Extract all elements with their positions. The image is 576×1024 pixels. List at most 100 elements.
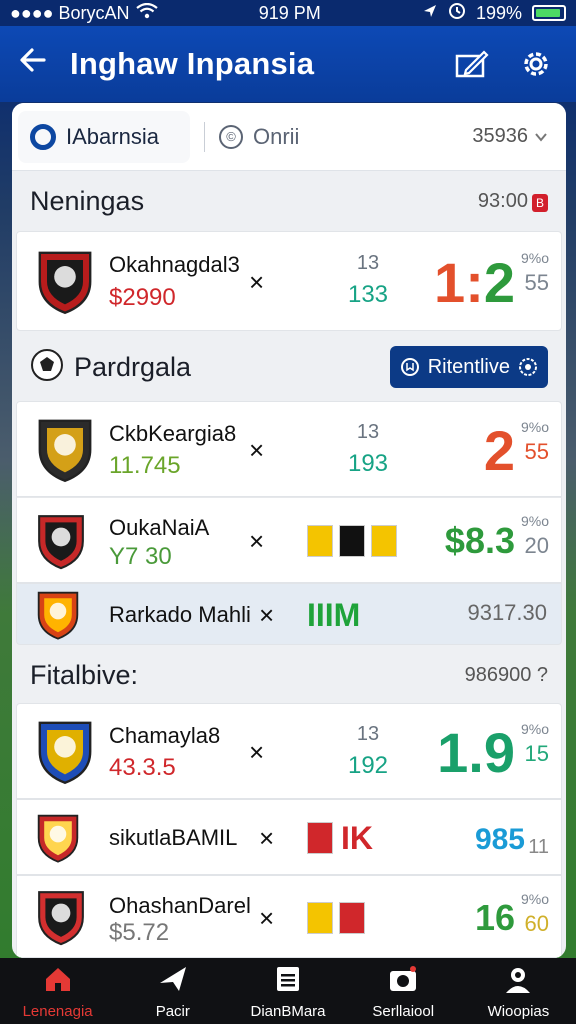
team-crest-icon <box>35 416 95 483</box>
tab-count[interactable]: 35936 <box>472 125 548 148</box>
gear-icon <box>524 52 548 76</box>
tab-divider <box>204 121 205 152</box>
score-side: 9%o 55 <box>521 250 549 296</box>
nav-item-pacir[interactable]: Pacir <box>115 958 230 1024</box>
tab-count-value: 35936 <box>472 125 528 147</box>
soccer-ball-icon <box>30 348 64 387</box>
side-top-value: 9%o <box>520 513 549 530</box>
home-icon <box>42 963 74 999</box>
team-value: 11.745 <box>109 451 181 479</box>
side-top-value: 9%o <box>520 721 549 738</box>
team-name: Chamayla8 <box>109 723 221 749</box>
score-part: IIIM <box>307 596 361 633</box>
nav-label: Pacir <box>155 1002 190 1020</box>
alarm-icon <box>448 2 466 25</box>
score-part: 16 <box>474 896 515 938</box>
score-side: 9%o 60 <box>521 891 549 937</box>
match-total-side: 11 <box>528 836 549 858</box>
score-part: 1.9 <box>437 720 515 784</box>
badge-icon <box>519 358 537 376</box>
settings-button[interactable] <box>514 42 558 86</box>
team-crest-icon <box>35 718 95 785</box>
edit-button[interactable] <box>450 42 494 86</box>
chevron-down-icon <box>535 132 547 142</box>
mid-bottom-value: 192 <box>347 752 389 780</box>
team-name: OhashanDarel <box>109 892 251 918</box>
tab-active-label: IAbarnsia <box>66 123 159 149</box>
match-card[interactable]: Rarkado Mahli × IIIM 9317.30 <box>16 583 562 645</box>
score-part: 2 <box>483 250 515 314</box>
match-score: IK <box>341 820 373 857</box>
versus-icon: × <box>249 526 265 556</box>
match-total: 985 <box>474 823 525 856</box>
team-name: sikutlaBAMIL <box>109 825 238 850</box>
match-card[interactable]: sikutlaBAMIL × IK 985 11 <box>16 799 562 875</box>
flag-icon <box>339 901 365 934</box>
nav-item-people[interactable]: Wioopias <box>461 958 576 1024</box>
arrow-left-icon <box>20 48 46 72</box>
team-value: 43.3.5 <box>109 753 176 781</box>
mid-stats: 13 193 <box>333 421 403 478</box>
tab-bar: IAbarnsia © Onrii 35936 <box>12 103 566 171</box>
carrier-label: ●●●● BorycAN <box>10 2 130 23</box>
app-header: Inghaw Inpansia <box>0 26 576 102</box>
team-name: CkbKeargia8 <box>109 421 237 447</box>
plane-icon <box>157 963 189 999</box>
side-top-value: 9%o <box>520 890 549 907</box>
side-bottom-value: 15 <box>524 741 549 767</box>
match-card[interactable]: OukaNaiA Y7 30 × $8.3 9%o 20 <box>16 497 562 583</box>
nav-item-home[interactable]: Lenenagia <box>0 958 115 1024</box>
team-value: $2990 <box>109 284 176 311</box>
battery-label: 199% <box>475 2 522 23</box>
score-part: : <box>465 250 484 314</box>
team-crest-icon <box>35 888 87 946</box>
flag-icon <box>307 901 333 934</box>
match-score: 1:2 <box>434 250 515 315</box>
nav-label: Serllaiool <box>372 1002 435 1020</box>
versus-icon: × <box>259 823 275 853</box>
score-side: 9%o 55 <box>521 419 549 465</box>
match-total: 9317.30 <box>467 600 547 625</box>
side-bottom-value: 60 <box>524 910 549 936</box>
section-value: 986900 ? <box>464 663 548 686</box>
side-top-value: 9%o <box>520 419 549 436</box>
section-header: Fitalbive: 986900 ? <box>12 647 566 703</box>
flag-icon <box>307 525 333 557</box>
back-button[interactable] <box>18 45 58 83</box>
section-header: Neningas 93:00 B <box>12 171 566 231</box>
versus-icon: × <box>259 600 275 630</box>
list-icon <box>272 963 304 999</box>
shield-icon <box>400 358 419 376</box>
nav-item-camera[interactable]: Serllaiool <box>346 958 461 1024</box>
status-bar: ●●●● BorycAN 919 PM 199% <box>0 0 576 26</box>
mid-stats: 13 192 <box>333 723 403 780</box>
page-title: Inghaw Inpansia <box>70 46 315 81</box>
score-side: 9%o 20 <box>521 513 549 559</box>
section-title: Pardrgala <box>74 351 192 382</box>
nav-item-list[interactable]: DianBMara <box>230 958 345 1024</box>
match-card[interactable]: Chamayla8 43.3.5 × 13 192 1.9 9%o 15 <box>16 703 562 799</box>
edit-icon <box>455 50 489 78</box>
mid-top-value: 13 <box>356 421 380 444</box>
match-score: 16 <box>475 897 515 939</box>
team-value: Y7 30 <box>109 542 172 570</box>
match-card[interactable]: CkbKeargia8 11.745 × 13 193 2 9%o 55 <box>16 401 562 497</box>
tab-other[interactable]: © Onrii <box>219 124 472 150</box>
tab-active[interactable]: IAbarnsia <box>18 110 190 163</box>
score-part: $8.3 <box>444 520 515 562</box>
score-part: IK <box>341 819 373 856</box>
versus-icon: × <box>259 902 275 933</box>
tab-other-label: Onrii <box>253 123 300 149</box>
match-card[interactable]: Okahnagdal3 $2990 × 13 133 1:2 9%o 55 <box>16 231 562 331</box>
retentive-label: Ritentlive <box>427 355 510 378</box>
radio-icon <box>30 123 56 150</box>
flag-icon <box>307 822 333 854</box>
mid-top-value: 13 <box>356 723 380 746</box>
match-score: $8.3 <box>445 520 515 562</box>
score-part: 1 <box>434 250 466 314</box>
retentive-button[interactable]: Ritentlive <box>389 346 548 388</box>
team-name: Okahnagdal3 <box>109 252 240 277</box>
team-name: Rarkado Mahli <box>109 602 251 627</box>
side-top-value: 9%o <box>520 250 549 266</box>
match-card[interactable]: OhashanDarel $5.72 × 16 9%o 60 <box>16 875 562 958</box>
